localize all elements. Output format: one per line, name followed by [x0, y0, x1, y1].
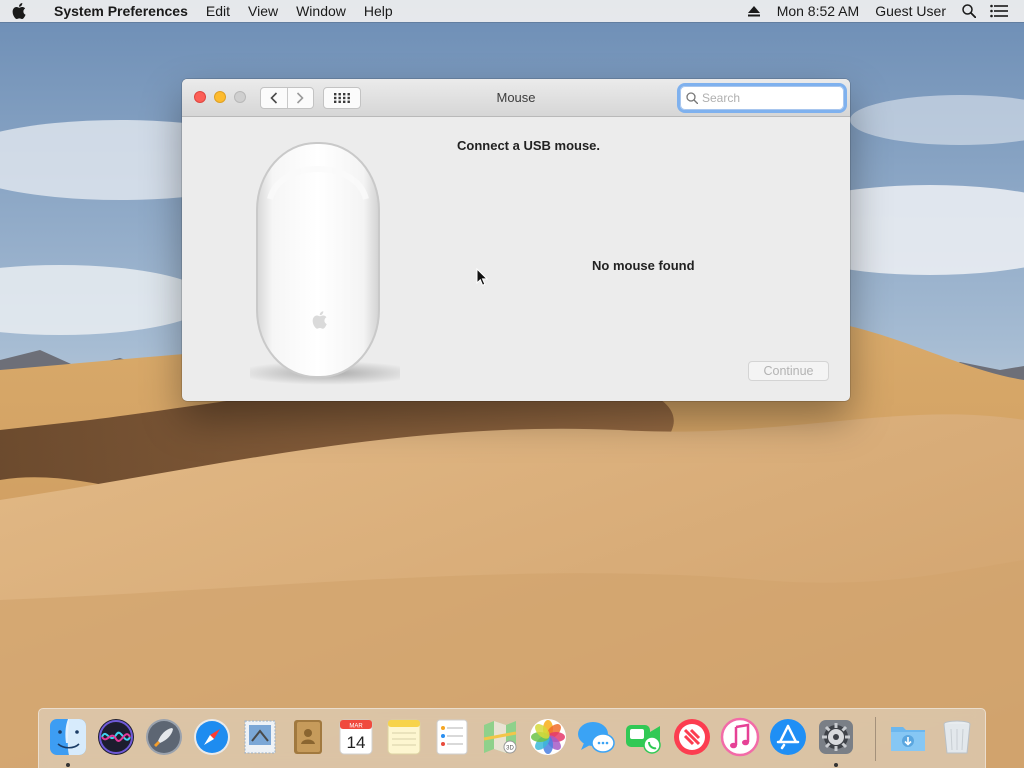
dock: MAR 14 3D — [38, 708, 986, 768]
system-preferences-icon[interactable] — [816, 717, 856, 757]
menu-bar: System Preferences Edit View Window Help… — [0, 0, 1024, 22]
instruction-heading: Connect a USB mouse. — [457, 138, 601, 153]
finder-running-indicator — [66, 763, 70, 767]
news-icon[interactable] — [672, 717, 712, 757]
reminders-icon[interactable] — [432, 717, 472, 757]
facetime-icon[interactable] — [624, 717, 664, 757]
siri-icon[interactable] — [96, 717, 136, 757]
notification-center-icon[interactable] — [984, 0, 1014, 22]
apple-menu-icon[interactable] — [0, 3, 38, 19]
mouse-preferences-window: Mouse Search Connect a USB mouse. No mou… — [182, 79, 850, 401]
menu-view[interactable]: View — [239, 0, 287, 22]
launchpad-icon[interactable] — [144, 717, 184, 757]
calendar-icon[interactable]: MAR 14 — [336, 717, 376, 757]
app-store-icon[interactable] — [768, 717, 808, 757]
mail-icon[interactable] — [240, 717, 280, 757]
menubar-clock[interactable]: Mon 8:52 AM — [769, 0, 868, 22]
finder-icon[interactable] — [48, 717, 88, 757]
search-icon — [686, 92, 698, 104]
grid-icon — [334, 93, 350, 103]
chevron-left-icon — [270, 92, 277, 104]
itunes-icon[interactable] — [720, 717, 760, 757]
menu-help[interactable]: Help — [355, 0, 402, 22]
spotlight-search-icon[interactable] — [954, 0, 984, 22]
eject-icon[interactable] — [739, 0, 769, 22]
downloads-folder-icon[interactable] — [888, 717, 928, 757]
continue-button[interactable]: Continue — [748, 361, 829, 381]
svg-text:MAR: MAR — [349, 724, 363, 730]
window-titlebar[interactable]: Mouse — [182, 79, 850, 117]
search-field[interactable] — [680, 86, 844, 110]
messages-icon[interactable] — [576, 717, 616, 757]
back-button[interactable] — [261, 88, 287, 108]
minimize-button[interactable] — [214, 91, 226, 103]
mouse-pointer-icon — [476, 268, 488, 286]
no-mouse-status: No mouse found — [592, 258, 695, 273]
search-input[interactable] — [702, 91, 832, 105]
show-all-button[interactable] — [323, 87, 361, 109]
safari-icon[interactable] — [192, 717, 232, 757]
svg-text:3D: 3D — [506, 746, 514, 752]
notes-icon[interactable] — [384, 717, 424, 757]
contacts-icon[interactable] — [288, 717, 328, 757]
magic-mouse-illustration — [250, 142, 400, 385]
menubar-user[interactable]: Guest User — [867, 0, 954, 22]
window-content: Connect a USB mouse. No mouse found Cont… — [182, 117, 850, 401]
maps-icon[interactable]: 3D — [480, 717, 520, 757]
menu-app-name[interactable]: System Preferences — [38, 0, 197, 22]
system-preferences-running-indicator — [834, 763, 838, 767]
close-button[interactable] — [194, 91, 206, 103]
zoom-button[interactable] — [234, 91, 246, 103]
menu-edit[interactable]: Edit — [197, 0, 239, 22]
forward-button[interactable] — [286, 88, 314, 108]
chevron-right-icon — [297, 92, 304, 104]
navigation-buttons — [260, 87, 314, 109]
svg-text:14: 14 — [347, 733, 366, 752]
dock-separator — [875, 717, 876, 761]
trash-icon[interactable] — [937, 717, 977, 757]
photos-icon[interactable] — [528, 717, 568, 757]
menu-window[interactable]: Window — [287, 0, 355, 22]
